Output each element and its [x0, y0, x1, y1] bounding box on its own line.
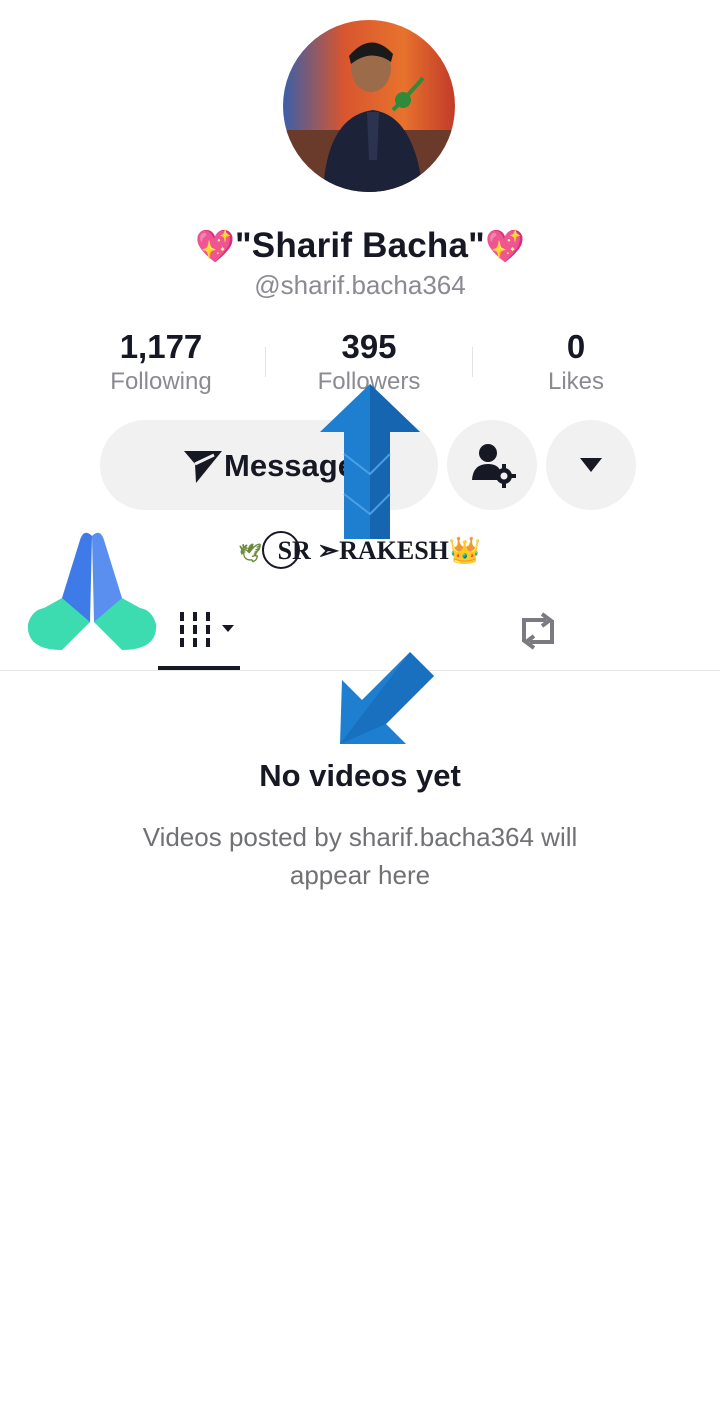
stat-value: 1,177 [119, 328, 203, 365]
down-left-arrow-sticker [340, 652, 434, 744]
stat-value: 395 [341, 328, 397, 365]
up-arrow-sticker [320, 384, 420, 539]
sparkling-heart-emoji: 💖 [194, 228, 236, 264]
stat-likes[interactable]: 0 Likes [476, 328, 676, 398]
videos-grid-icon [180, 612, 234, 647]
bio-text: SR ➣RAKESH [277, 535, 449, 565]
stat-value: 0 [566, 328, 586, 365]
stat-label: Likes [547, 368, 605, 395]
empty-state-description: Videos posted by sharif.bacha364 will ap… [142, 822, 578, 890]
stat-divider [265, 347, 266, 377]
display-name: 💖"Sharif Bacha"💖 [0, 226, 720, 266]
dove-icon: 🕊 [238, 542, 262, 563]
repost-icon [522, 612, 554, 650]
tab-videos[interactable] [158, 600, 240, 660]
username: @sharif.bacha364 [254, 270, 466, 300]
more-options-button[interactable] [546, 420, 636, 510]
user-gear-icon [472, 444, 516, 488]
folded-hands-emoji [27, 532, 157, 650]
tab-reposts[interactable] [500, 600, 580, 660]
sparkling-heart-emoji: 💖 [484, 228, 526, 264]
display-name-text: "Sharif Bacha" [235, 226, 485, 265]
stat-divider [472, 347, 473, 377]
send-icon [184, 449, 222, 488]
circle-mark [261, 531, 300, 569]
friend-settings-button[interactable] [447, 420, 537, 510]
dropdown-triangle-icon [580, 458, 602, 472]
stat-following[interactable]: 1,177 Following [61, 328, 261, 398]
stat-label: Following [110, 368, 212, 395]
empty-state-title: No videos yet [259, 758, 461, 793]
profile-avatar[interactable] [283, 20, 455, 192]
crown-emoji: 👑 [448, 535, 482, 565]
